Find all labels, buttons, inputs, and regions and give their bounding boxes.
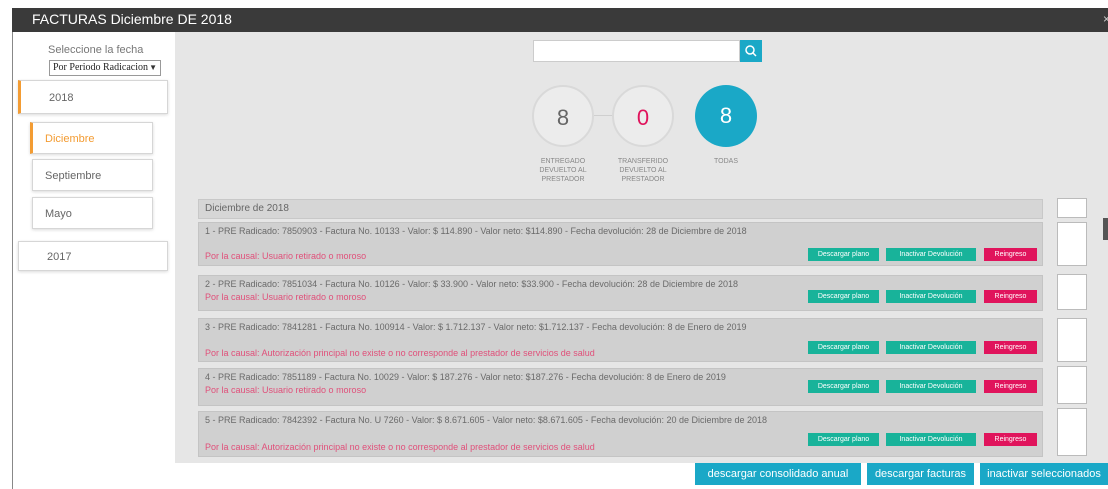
invoice-details: 2 - PRE Radicado: 7851034 - Factura No. …	[205, 279, 738, 289]
download-invoices-button[interactable]: descargar facturas	[867, 463, 974, 485]
year-item-2018[interactable]: 2018	[18, 80, 168, 114]
invoice-details: 4 - PRE Radicado: 7851189 - Factura No. …	[205, 372, 726, 382]
inactivate-return-button[interactable]: Inactivar Devolución	[886, 341, 976, 354]
download-annual-button[interactable]: descargar consolidado anual	[695, 463, 861, 485]
download-plain-button[interactable]: Descargar plano	[808, 341, 879, 354]
row-checkbox[interactable]	[1057, 222, 1087, 266]
invoice-row: 2 - PRE Radicado: 7851034 - Factura No. …	[198, 275, 1043, 311]
row-checkbox[interactable]	[1057, 366, 1087, 404]
month-header: Diciembre de 2018	[198, 199, 1043, 219]
select-label: Seleccione la fecha	[48, 44, 144, 56]
year-label: 2018	[49, 92, 74, 104]
month-label: Diciembre	[45, 133, 95, 145]
inactivate-return-button[interactable]: Inactivar Devolución	[886, 380, 976, 393]
invoice-reason: Por la causal: Usuario retirado o moroso	[205, 385, 367, 395]
counter-entregado[interactable]: 8	[532, 85, 594, 147]
invoice-row: 3 - PRE Radicado: 7841281 - Factura No. …	[198, 318, 1043, 362]
download-plain-button[interactable]: Descargar plano	[808, 433, 879, 446]
counter-value: 0	[636, 105, 650, 130]
chevron-down-icon: ▼	[149, 63, 157, 72]
counter-value: 8	[556, 105, 570, 130]
counter-todas[interactable]: 8	[695, 85, 757, 147]
search-input[interactable]	[533, 40, 740, 62]
month-item-mayo[interactable]: Mayo	[32, 197, 153, 229]
invoice-reason: Por la causal: Usuario retirado o moroso	[205, 251, 367, 261]
row-checkbox[interactable]	[1057, 408, 1087, 456]
invoice-details: 5 - PRE Radicado: 7842392 - Factura No. …	[205, 415, 768, 425]
row-checkbox[interactable]	[1057, 318, 1087, 362]
search-button[interactable]	[740, 40, 762, 62]
scrollbar[interactable]	[1103, 218, 1108, 240]
inactivate-return-button[interactable]: Inactivar Devolución	[886, 248, 976, 261]
window-left-border	[12, 32, 13, 489]
year-item-2017[interactable]: 2017	[18, 241, 168, 271]
invoice-row: 1 - PRE Radicado: 7850903 - Factura No. …	[198, 222, 1043, 266]
download-plain-button[interactable]: Descargar plano	[808, 380, 879, 393]
counter-label-todas: TODAS	[714, 158, 738, 165]
select-all-checkbox[interactable]	[1057, 198, 1087, 218]
invoice-reason: Por la causal: Autorización principal no…	[205, 348, 595, 358]
invoice-details: 3 - PRE Radicado: 7841281 - Factura No. …	[205, 322, 747, 332]
inactivate-return-button[interactable]: Inactivar Devolución	[886, 290, 976, 303]
month-item-diciembre[interactable]: Diciembre	[30, 122, 153, 154]
month-label: Septiembre	[45, 170, 102, 182]
reingreso-button[interactable]: Reingreso	[984, 341, 1037, 354]
invoice-row: 4 - PRE Radicado: 7851189 - Factura No. …	[198, 368, 1043, 406]
window-title: FACTURAS Diciembre DE 2018	[32, 11, 232, 27]
search-icon	[745, 45, 757, 57]
close-icon[interactable]: ×	[1103, 12, 1108, 26]
period-select-value: Por Periodo Radicacion	[53, 62, 148, 73]
reingreso-button[interactable]: Reingreso	[984, 380, 1037, 393]
reingreso-button[interactable]: Reingreso	[984, 433, 1037, 446]
inactivate-selected-button[interactable]: inactivar seleccionados	[980, 463, 1108, 485]
row-checkbox[interactable]	[1057, 274, 1087, 310]
reingreso-button[interactable]: Reingreso	[984, 248, 1037, 261]
download-plain-button[interactable]: Descargar plano	[808, 248, 879, 261]
period-select[interactable]: Por Periodo Radicacion ▼	[49, 60, 161, 76]
invoice-details: 1 - PRE Radicado: 7850903 - Factura No. …	[205, 226, 747, 236]
counter-label-entregado: ENTREGADO DEVUELTO AL PRESTADOR	[539, 158, 587, 183]
counter-connector	[594, 115, 612, 116]
download-plain-button[interactable]: Descargar plano	[808, 290, 879, 303]
month-item-septiembre[interactable]: Septiembre	[32, 159, 153, 191]
year-label: 2017	[47, 251, 72, 263]
counter-label-transferido: TRANSFERIDO DEVUELTO AL PRESTADOR	[617, 158, 669, 183]
reingreso-button[interactable]: Reingreso	[984, 290, 1037, 303]
sidebar: Seleccione la fecha Por Periodo Radicaci…	[12, 32, 175, 489]
invoice-reason: Por la causal: Autorización principal no…	[205, 442, 595, 452]
counter-value: 8	[719, 103, 733, 128]
inactivate-return-button[interactable]: Inactivar Devolución	[886, 433, 976, 446]
invoice-reason: Por la causal: Usuario retirado o moroso	[205, 292, 367, 302]
counter-transferido[interactable]: 0	[612, 85, 674, 147]
month-label: Mayo	[45, 208, 72, 220]
window-titlebar: FACTURAS Diciembre DE 2018 ×	[12, 8, 1108, 32]
invoice-row: 5 - PRE Radicado: 7842392 - Factura No. …	[198, 411, 1043, 457]
